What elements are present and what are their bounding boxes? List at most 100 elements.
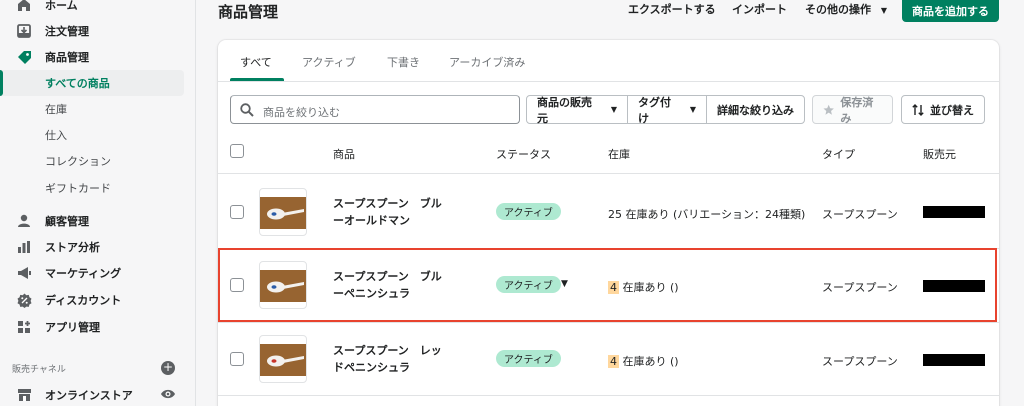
- inventory-count: 4: [608, 355, 619, 368]
- tabs-bar: すべて アクティブ 下書き アーカイブ済み: [218, 40, 999, 82]
- products-card: すべて アクティブ 下書き アーカイブ済み 商品を絞り込む 商品の販売元 ▼ タグ…: [218, 40, 999, 406]
- sidebar-item-home[interactable]: ホーム: [0, 0, 184, 18]
- row-checkbox[interactable]: [230, 352, 244, 366]
- header-divider: [218, 173, 999, 174]
- sidebar-item-label: 仕入: [45, 129, 67, 142]
- row-checkbox[interactable]: [230, 205, 244, 219]
- column-header-status[interactable]: ステータス: [496, 146, 551, 162]
- caret-down-icon: ▼: [689, 105, 696, 114]
- star-icon: [823, 104, 834, 115]
- sidebar-item-collections[interactable]: コレクション: [0, 148, 184, 174]
- product-thumbnail: [259, 188, 307, 236]
- row-divider: [218, 322, 999, 323]
- eye-icon[interactable]: [160, 388, 176, 400]
- product-name-line1: スープスプーン レッ: [333, 344, 442, 357]
- apps-icon: [16, 319, 32, 335]
- caret-down-icon: ▼: [880, 6, 887, 15]
- sidebar-item-products[interactable]: 商品管理: [0, 44, 184, 70]
- more-filters-button[interactable]: 詳細な絞り込み: [706, 95, 805, 124]
- sidebar-item-analytics[interactable]: ストア分析: [0, 234, 184, 260]
- product-name-line1: スープスプーン ブル: [333, 197, 442, 210]
- inbox-download-icon: [16, 23, 32, 39]
- tag-filter-label: タグ付け: [638, 95, 671, 125]
- sort-button[interactable]: 並び替え: [901, 95, 985, 124]
- sidebar-item-online-store[interactable]: オンラインストア: [0, 382, 184, 406]
- row-divider: [218, 395, 999, 396]
- status-badge: アクティブ: [496, 350, 561, 367]
- caret-down-icon: ▼: [610, 105, 617, 114]
- sort-icon: [912, 103, 924, 116]
- sidebar-item-all-products[interactable]: すべての商品: [0, 70, 184, 96]
- select-all-checkbox[interactable]: [230, 144, 244, 158]
- sidebar-item-label: ストア分析: [45, 241, 100, 254]
- status-badge: アクティブ: [496, 203, 561, 220]
- sidebar-item-label: 注文管理: [45, 25, 89, 38]
- megaphone-icon: [16, 265, 32, 281]
- tab-underline: [230, 78, 284, 81]
- person-icon: [16, 213, 32, 229]
- sales-channels-label: 販売チャネル: [12, 365, 66, 375]
- sidebar-item-customers[interactable]: 顧客管理: [0, 208, 184, 234]
- sidebar-item-label: マーケティング: [45, 267, 122, 280]
- inventory-label: 在庫あり (): [619, 355, 679, 368]
- product-thumbnail: [259, 335, 307, 383]
- tag-filter-button[interactable]: タグ付け ▼: [627, 95, 707, 125]
- discount-icon: [16, 292, 32, 308]
- home-icon: [16, 0, 32, 13]
- sidebar-item-label: ギフトカード: [45, 182, 111, 195]
- store-icon: [16, 387, 32, 403]
- vendor-redacted: [923, 354, 985, 366]
- saved-button: 保存済み: [812, 95, 893, 125]
- inventory-text: 25 在庫あり (バリエーション：24種類): [608, 208, 806, 221]
- product-name-line2: ーオールドマン: [333, 214, 410, 227]
- sidebar-item-marketing[interactable]: マーケティング: [0, 260, 184, 286]
- column-header-type[interactable]: タイプ: [822, 146, 855, 162]
- add-sales-channel-icon[interactable]: +: [161, 361, 175, 375]
- search-input[interactable]: 商品を絞り込む: [230, 95, 520, 124]
- sidebar-item-label: 商品管理: [45, 51, 89, 64]
- tag-icon: [16, 49, 32, 65]
- sidebar-item-label: アプリ管理: [45, 321, 100, 334]
- sidebar-item-label: コレクション: [45, 155, 111, 168]
- sidebar-item-label: ホーム: [45, 0, 78, 12]
- sidebar-item-purchase[interactable]: 仕入: [0, 122, 184, 148]
- sidebar-item-label: すべての商品: [45, 77, 110, 90]
- more-actions-button[interactable]: その他の操作 ▼: [805, 1, 887, 17]
- vendor-redacted: [923, 206, 985, 218]
- vendor-filter-button[interactable]: 商品の販売元 ▼: [526, 95, 628, 125]
- sidebar-item-label: 在庫: [45, 103, 67, 116]
- add-product-button[interactable]: 商品を追加する: [902, 0, 999, 22]
- sidebar: ホーム 注文管理 商品管理 すべての商品 在庫 仕入 コレクション ギフトカード…: [0, 0, 196, 406]
- product-type: スープスプーン: [822, 355, 898, 368]
- sidebar-item-orders[interactable]: 注文管理: [0, 18, 184, 44]
- more-filters-label: 詳細な絞り込み: [717, 103, 794, 117]
- product-type: スープスプーン: [822, 208, 898, 221]
- product-name[interactable]: スープスプーン レッ ドペニンシュラ: [333, 342, 453, 376]
- sidebar-item-label: オンラインストア: [45, 389, 133, 402]
- tab-archived[interactable]: アーカイブ済み: [449, 54, 525, 70]
- export-button[interactable]: エクスポートする: [628, 1, 716, 17]
- search-icon: [240, 103, 254, 117]
- row-highlight-box: [218, 248, 997, 322]
- page-title: 商品管理: [218, 3, 279, 21]
- search-placeholder: 商品を絞り込む: [263, 106, 340, 119]
- tab-draft[interactable]: 下書き: [387, 54, 420, 70]
- bar-chart-icon: [16, 239, 32, 255]
- saved-label: 保存済み: [840, 95, 874, 125]
- inventory-text: 4 在庫あり (): [608, 353, 679, 369]
- column-header-vendor[interactable]: 販売元: [923, 146, 956, 162]
- tab-active[interactable]: アクティブ: [302, 54, 356, 70]
- sort-label: 並び替え: [930, 103, 974, 117]
- column-header-product[interactable]: 商品: [333, 146, 355, 162]
- sidebar-item-discounts[interactable]: ディスカウント: [0, 287, 184, 313]
- product-name[interactable]: スープスプーン ブル ーオールドマン: [333, 195, 453, 229]
- sidebar-item-inventory[interactable]: 在庫: [0, 96, 184, 122]
- sidebar-item-apps[interactable]: アプリ管理: [0, 314, 184, 340]
- vendor-filter-label: 商品の販売元: [537, 95, 592, 125]
- sidebar-item-label: 顧客管理: [45, 215, 89, 228]
- sidebar-item-gift-cards[interactable]: ギフトカード: [0, 175, 184, 201]
- import-button[interactable]: インポート: [732, 1, 787, 17]
- sidebar-item-label: ディスカウント: [45, 294, 122, 307]
- tab-all[interactable]: すべて: [240, 54, 272, 70]
- column-header-inventory[interactable]: 在庫: [608, 146, 630, 162]
